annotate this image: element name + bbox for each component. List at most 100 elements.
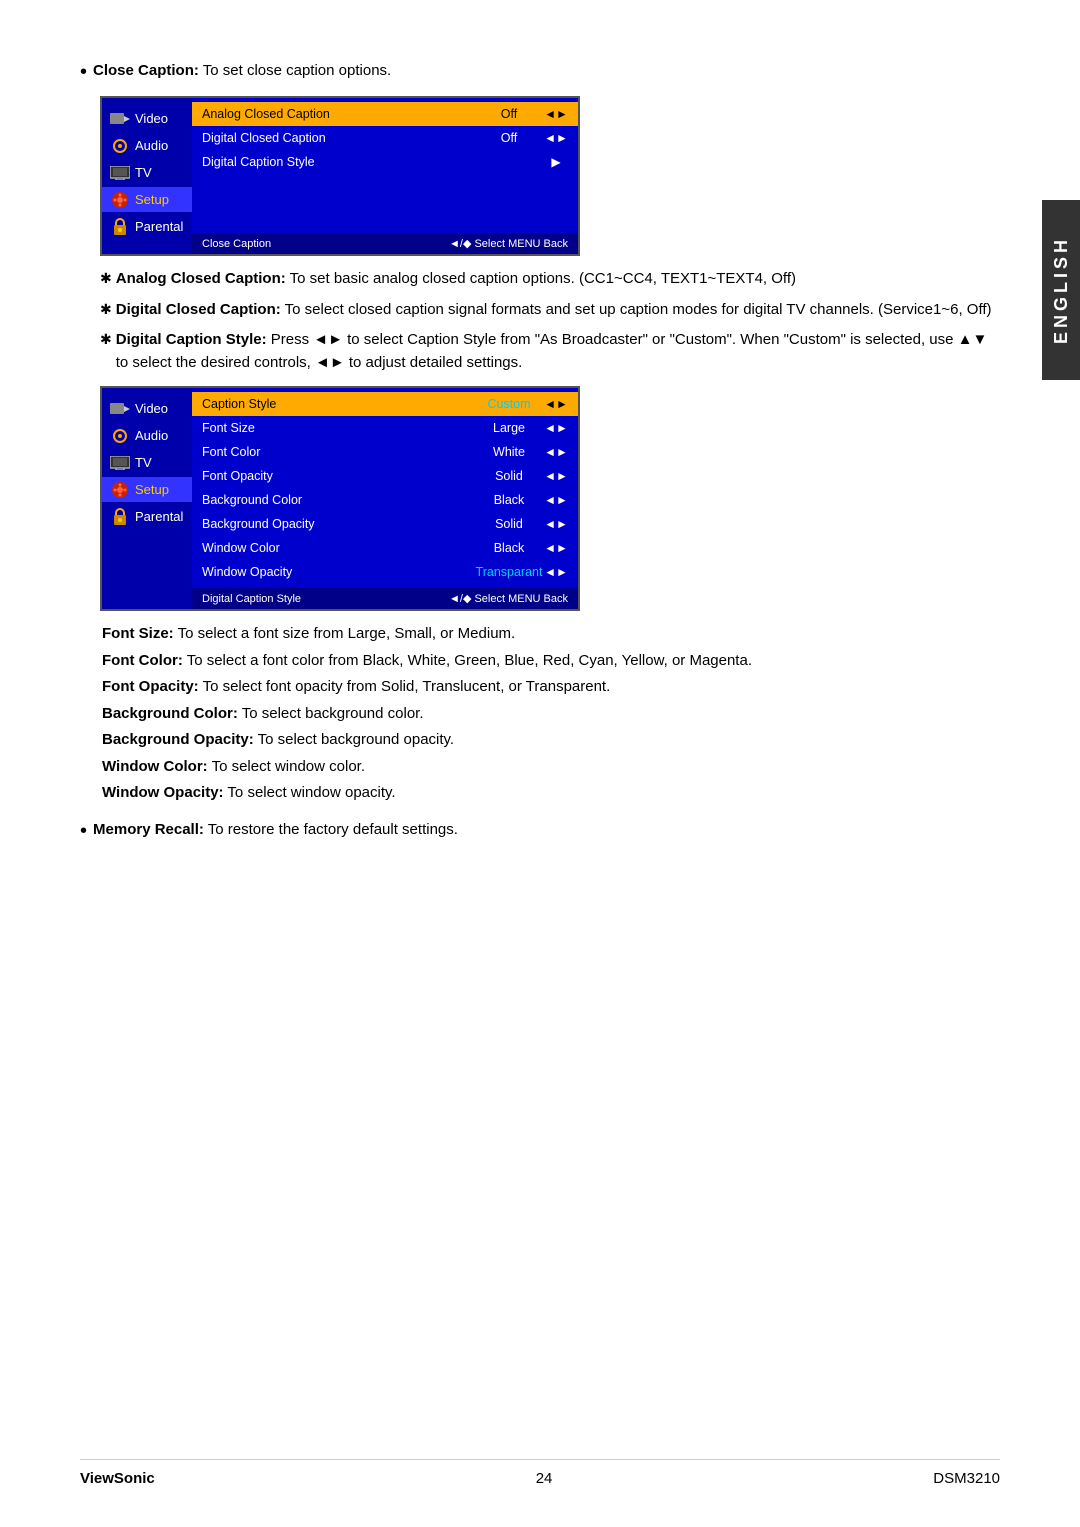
row-arrow-font-size: ◄► [544,421,568,435]
sidebar-label-video-1: Video [135,111,168,126]
desc-bold-bg-color: Background Color: [102,705,238,722]
menu-row-window-opacity: Window Opacity Transparant ◄► [192,560,578,584]
asterisk-sym-2: ✱ [100,299,112,320]
row-arrow-bg-color: ◄► [544,493,568,507]
row-label-window-color: Window Color [202,541,474,555]
tv-menu-box-1: Video Audio TV Setup [100,96,580,256]
menu-row-digital-style: Digital Caption Style ▶ [192,150,578,174]
video-icon-1 [110,112,130,126]
asterisk-bold-2: Digital Closed Caption: [116,301,281,318]
row-arrow-font-color: ◄► [544,445,568,459]
row-label-digital-style: Digital Caption Style [202,155,474,169]
tv-sidebar-1: Video Audio TV Setup [102,98,192,254]
asterisk-text-1: Analog Closed Caption: To set basic anal… [116,268,796,291]
sidebar-item-setup-1[interactable]: Setup [102,187,192,212]
row-value-font-opacity: Solid [474,469,544,483]
desc-item-bg-opacity: Background Opacity: To select background… [102,729,1000,752]
memory-recall-text: Memory Recall: To restore the factory de… [93,819,458,842]
footer-title-2: Digital Caption Style [202,593,443,605]
tv-icon-2 [110,456,130,470]
sidebar-item-parental-2[interactable]: Parental [102,504,192,529]
menu-row-analog: Analog Closed Caption Off ◄► [192,102,578,126]
row-arrow-window-opacity: ◄► [544,565,568,579]
footer-title-1: Close Caption [202,238,443,250]
bullet-dot: • [80,60,87,84]
tv-icon-1 [110,166,130,180]
row-label-analog: Analog Closed Caption [202,107,474,121]
desc-item-window-opacity: Window Opacity: To select window opacity… [102,782,1000,805]
sidebar-item-setup-2[interactable]: Setup [102,477,192,502]
row-value-digital-cc: Off [474,131,544,145]
tv-menu-footer-1: Close Caption ◄/◆ Select MENU Back [192,233,578,254]
sidebar-item-video-1[interactable]: Video [102,106,192,131]
sidebar-label-setup-1: Setup [135,192,169,207]
row-label-caption-style: Caption Style [202,397,474,411]
tv-menu-rows-1: Analog Closed Caption Off ◄► Digital Clo… [192,98,578,233]
row-label-font-color: Font Color [202,445,474,459]
row-label-font-size: Font Size [202,421,474,435]
page-content: • Close Caption: To set close caption op… [0,0,1080,915]
asterisk-text-2: Digital Closed Caption: To select closed… [116,299,992,322]
sidebar-label-tv-2: TV [135,455,152,470]
sidebar-item-audio-2[interactable]: Audio [102,423,192,448]
row-value-analog: Off [474,107,544,121]
tv-sidebar-2: Video Audio TV Setup [102,388,192,609]
memory-recall-dot: • [80,819,87,843]
footer-model: DSM3210 [933,1470,1000,1487]
desc-bold-bg-opacity: Background Opacity: [102,731,254,748]
desc-item-bg-color: Background Color: To select background c… [102,703,1000,726]
row-value-caption-style: Custom [474,397,544,411]
memory-recall-desc: To restore the factory default settings. [204,821,458,838]
sidebar-item-video-2[interactable]: Video [102,396,192,421]
menu-row-window-color: Window Color Black ◄► [192,536,578,560]
row-value-bg-color: Black [474,493,544,507]
footer-controls-1: ◄/◆ Select MENU Back [449,237,568,250]
menu-row-digital-cc: Digital Closed Caption Off ◄► [192,126,578,150]
row-value-font-size: Large [474,421,544,435]
row-label-font-opacity: Font Opacity [202,469,474,483]
sidebar-item-tv-1[interactable]: TV [102,160,192,185]
row-label-digital-cc: Digital Closed Caption [202,131,474,145]
desc-bold-window-opacity: Window Opacity: [102,784,224,801]
asterisk-bold-3: Digital Caption Style: [116,331,267,348]
sidebar-label-audio-2: Audio [135,428,168,443]
row-value-window-color: Black [474,541,544,555]
menu-row-bg-color: Background Color Black ◄► [192,488,578,512]
desc-section: Font Size: To select a font size from La… [102,623,1000,805]
row-arrow-analog: ◄► [544,107,568,121]
setup-icon-2 [110,483,130,497]
sidebar-label-parental-1: Parental [135,219,183,234]
close-caption-text: Close Caption: To set close caption opti… [93,60,391,83]
close-caption-label: Close Caption: [93,62,199,79]
desc-bold-font-opacity: Font Opacity: [102,678,199,695]
desc-item-font-opacity: Font Opacity: To select font opacity fro… [102,676,1000,699]
sidebar-item-tv-2[interactable]: TV [102,450,192,475]
sidebar-label-tv-1: TV [135,165,152,180]
tv-menu-content-2: Caption Style Custom ◄► Font Size Large … [192,388,578,609]
memory-recall-label: Memory Recall: [93,821,204,838]
menu-row-caption-style: Caption Style Custom ◄► [192,392,578,416]
desc-item-window-color: Window Color: To select window color. [102,756,1000,779]
row-arrow-font-opacity: ◄► [544,469,568,483]
sidebar-item-parental-1[interactable]: Parental [102,214,192,239]
desc-bold-font-size: Font Size: [102,625,174,642]
footer-page: 24 [536,1470,553,1487]
memory-recall-bullet: • Memory Recall: To restore the factory … [80,819,1000,843]
menu-row-font-color: Font Color White ◄► [192,440,578,464]
row-value-window-opacity: Transparant [474,565,544,579]
asterisk-section: ✱ Analog Closed Caption: To set basic an… [100,268,1000,374]
row-value-font-color: White [474,445,544,459]
row-arrow-window-color: ◄► [544,541,568,555]
sidebar-item-audio-1[interactable]: Audio [102,133,192,158]
video-icon-2 [110,402,130,416]
asterisk-item-3: ✱ Digital Caption Style: Press ◄► to sel… [100,329,1000,374]
audio-icon-1 [110,139,130,153]
tv-menu-footer-2: Digital Caption Style ◄/◆ Select MENU Ba… [192,588,578,609]
desc-bold-window-color: Window Color: [102,758,208,775]
tv-menu-box-2: Video Audio TV Setup [100,386,580,611]
desc-item-font-size: Font Size: To select a font size from La… [102,623,1000,646]
sidebar-label-setup-2: Setup [135,482,169,497]
footer-brand: ViewSonic [80,1470,155,1487]
row-arrow-digital-cc: ◄► [544,131,568,145]
row-label-bg-color: Background Color [202,493,474,507]
